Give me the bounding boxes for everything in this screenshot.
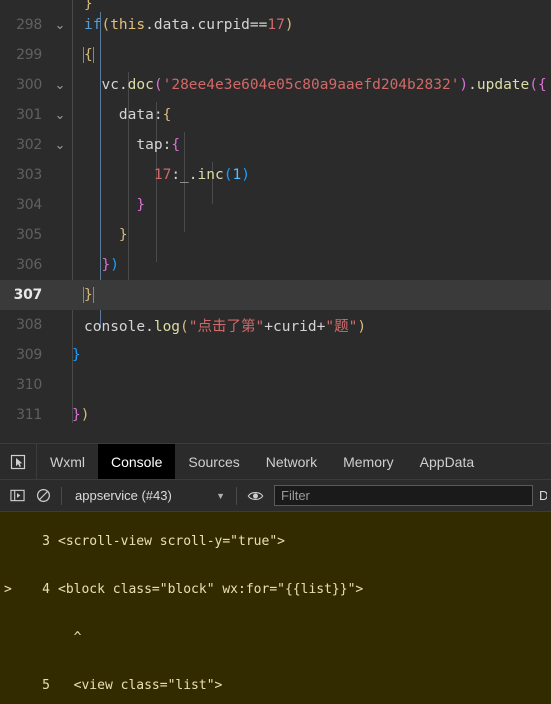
code-line-partial[interactable]: } [0, 0, 551, 10]
code-text-305: } [118, 227, 128, 243]
warning-line-number: 5 [42, 678, 50, 693]
chevron-down-icon: ▼ [216, 490, 225, 501]
console-toolbar: appservice (#43) ▼ Default levels [0, 480, 551, 512]
clear-glyph [36, 488, 50, 503]
tab-appdata[interactable]: AppData [407, 444, 487, 479]
code-text-308: console.log("点击了第"+curid+"题") [84, 318, 367, 335]
tab-sources[interactable]: Sources [175, 444, 252, 479]
code-line-298[interactable]: 298 ⌄ if(this.data.curpid==17) [0, 10, 551, 40]
warning-line-number: 3 [42, 534, 50, 549]
devtools-tabbar: Wxml Console Sources Network Memory AppD… [0, 444, 551, 480]
select-element-glyph [10, 454, 26, 469]
line-number-309: 309 [16, 347, 42, 363]
line-number-299: 299 [16, 47, 42, 63]
code-line-310[interactable]: 310 [0, 370, 551, 400]
eye-glyph [247, 491, 263, 500]
warning-line: 3 <scroll-view scroll-y="true"> [0, 533, 551, 551]
expand-arrow-icon[interactable]: > [4, 581, 18, 599]
line-number-298: 298 [16, 17, 42, 33]
code-text-306: }) [101, 257, 119, 273]
toolbar-divider-2 [236, 486, 237, 505]
chevron-down-icon[interactable]: ⌄ [48, 79, 72, 92]
toolbar-divider [61, 486, 62, 505]
warning-line-number: 4 [42, 582, 50, 597]
code-line-303[interactable]: 303 17:_.inc(1) [0, 160, 551, 190]
code-text-300: vc.doc('28ee4e3e604e05c80a9aaefd204b2832… [101, 77, 547, 93]
code-line-302[interactable]: 302 ⌄ tap:{ [0, 130, 551, 160]
line-number-308: 308 [16, 317, 42, 333]
code-line-305[interactable]: 305 } [0, 220, 551, 250]
code-line-307[interactable]: 307 } [0, 280, 551, 310]
line-number-303: 303 [16, 167, 42, 183]
line-number-310: 310 [16, 377, 42, 393]
console-output[interactable]: 3 <scroll-view scroll-y="true"> >4 <block … [0, 512, 551, 704]
line-number-311: 311 [16, 407, 42, 423]
line-number-307: 307 [13, 287, 43, 303]
clear-console-icon[interactable] [30, 484, 56, 508]
code-text-299: { [83, 47, 94, 63]
live-expression-eye-icon[interactable] [242, 484, 268, 508]
line-number-304: 304 [16, 197, 42, 213]
code-text-298: if(this.data.curpid==17) [84, 17, 294, 33]
execution-context-select[interactable]: appservice (#43) ▼ [67, 485, 231, 507]
line-number-306: 306 [16, 257, 42, 273]
warning-line-text: <view class="list"> [58, 678, 223, 693]
code-text: } [84, 0, 93, 10]
code-line-308[interactable]: 308 console.log("点击了第"+curid+"题") [0, 310, 551, 340]
select-element-icon[interactable] [0, 444, 37, 479]
tab-network[interactable]: Network [253, 444, 330, 479]
warning-line: 5 <view class="list"> [0, 677, 551, 695]
filter-input[interactable] [274, 485, 533, 506]
warning-line: >4 <block class="block" wx:for="{{list}}"… [0, 581, 551, 599]
code-line-300[interactable]: 300 ⌄ vc.doc('28ee4e3e604e05c80a9aaefd20… [0, 70, 551, 100]
code-text-304: } [136, 197, 146, 213]
code-text-302: tap:{ [136, 137, 181, 153]
tab-memory[interactable]: Memory [330, 444, 407, 479]
warning-caret-text: ^ [58, 630, 82, 645]
line-number-301: 301 [16, 107, 42, 123]
line-number-302: 302 [16, 137, 42, 153]
warning-line-text: <scroll-view scroll-y="true"> [58, 534, 285, 549]
warning-caret-line: ^ [0, 629, 551, 647]
code-line-304[interactable]: 304 } [0, 190, 551, 220]
chevron-down-icon[interactable]: ⌄ [48, 19, 72, 32]
tab-console[interactable]: Console [98, 444, 176, 479]
execution-context-value: appservice (#43) [75, 488, 172, 503]
log-levels-select[interactable]: Default levels [539, 488, 547, 503]
chevron-down-icon[interactable]: ⌄ [48, 139, 72, 152]
warning-line-text: <block class="block" wx:for="{{list}}"> [58, 582, 364, 597]
line-number-300: 300 [16, 77, 42, 93]
console-warning-message[interactable]: 3 <scroll-view scroll-y="true"> >4 <block … [0, 512, 551, 704]
line-number-305: 305 [16, 227, 42, 243]
devtools-panel: Wxml Console Sources Network Memory AppD… [0, 443, 551, 704]
code-line-311[interactable]: 311 }) [0, 400, 551, 430]
code-text-309: } [72, 347, 81, 363]
show-console-sidebar-icon[interactable] [4, 484, 30, 508]
code-text-301: data:{ [118, 107, 172, 123]
code-line-309[interactable]: 309 } [0, 340, 551, 370]
code-line-301[interactable]: 301 ⌄ data:{ [0, 100, 551, 130]
code-line-306[interactable]: 306 }) [0, 250, 551, 280]
code-text-307: } [83, 287, 94, 303]
tab-wxml[interactable]: Wxml [37, 444, 98, 479]
code-editor[interactable]: } 298 ⌄ if(this.data.curpid==17) 299 { 3… [0, 0, 551, 443]
code-text-311: }) [72, 407, 90, 423]
chevron-down-icon[interactable]: ⌄ [48, 109, 72, 122]
code-text-303: 17:_.inc(1) [153, 167, 250, 183]
sidebar-glyph [9, 489, 25, 502]
code-line-299[interactable]: 299 { [0, 40, 551, 70]
